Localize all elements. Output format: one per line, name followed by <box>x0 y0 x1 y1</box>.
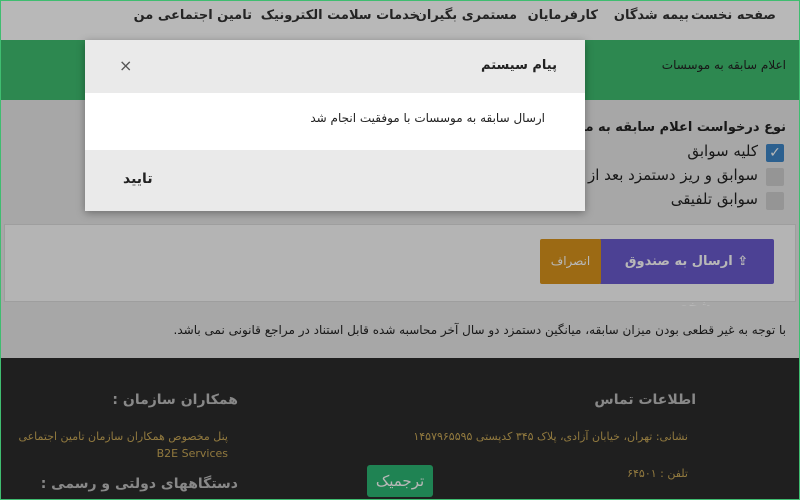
dialog-footer: تایید <box>85 150 585 211</box>
dialog-title: پیام سیستم <box>481 58 557 73</box>
dialog-body: ارسال سابقه به موسسات با موفقیت انجام شد <box>85 93 585 150</box>
close-icon[interactable]: × <box>119 56 132 75</box>
confirm-button[interactable]: تایید <box>123 171 153 187</box>
dialog-header: پیام سیستم × <box>85 40 585 93</box>
system-message-dialog: پیام سیستم × ارسال سابقه به موسسات با مو… <box>85 40 585 211</box>
dialog-message: ارسال سابقه به موسسات با موفقیت انجام شد <box>310 111 545 125</box>
